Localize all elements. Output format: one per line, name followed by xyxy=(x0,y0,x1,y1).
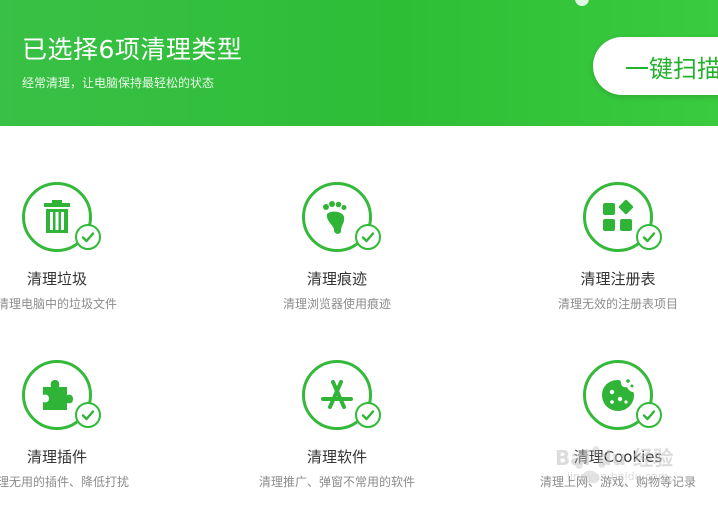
window-control-dot[interactable] xyxy=(575,0,589,6)
item-title: 清理注册表 xyxy=(580,270,656,288)
item-desc: 清理推广、弹窗不常用的软件 xyxy=(258,475,415,489)
item-desc: 清理无效的注册表项目 xyxy=(557,297,678,311)
checked-icon[interactable] xyxy=(636,402,662,428)
checked-icon[interactable] xyxy=(355,224,381,250)
item-title: 清理软件 xyxy=(306,448,367,466)
item-title: 清理插件 xyxy=(26,448,87,466)
item-title: 清理垃圾 xyxy=(26,270,87,288)
item-desc: 清理浏览器使用痕迹 xyxy=(282,297,391,311)
item-desc: 清理上网、游戏、购物等记录 xyxy=(539,475,696,489)
item-desc: 清理电脑中的垃圾文件 xyxy=(0,297,117,311)
clean-item-plugins[interactable]: 清理插件 清理无用的插件、降低打扰 xyxy=(0,360,177,500)
clean-item-trash[interactable]: 清理垃圾 清理电脑中的垃圾文件 xyxy=(0,182,177,322)
checked-icon[interactable] xyxy=(75,224,101,250)
registry-icon xyxy=(603,199,634,231)
item-title: 清理Cookies xyxy=(573,448,663,466)
cookie-icon xyxy=(602,379,634,411)
puzzle-icon xyxy=(43,380,73,410)
page-title: 已选择6项清理类型 xyxy=(22,35,243,64)
checked-icon[interactable] xyxy=(636,224,662,250)
clean-item-software[interactable]: 清理软件 清理推广、弹窗不常用的软件 xyxy=(217,360,457,500)
page-subtitle: 经常清理，让电脑保持最轻松的状态 xyxy=(22,76,215,90)
one-click-scan-button[interactable]: 一键扫描 xyxy=(593,37,718,95)
clean-item-registry[interactable]: 清理注册表 清理无效的注册表项目 xyxy=(498,182,718,322)
header-banner: 已选择6项清理类型 经常清理，让电脑保持最轻松的状态 一键扫描 xyxy=(0,0,718,126)
app-store-icon xyxy=(321,380,353,409)
clean-item-cookies[interactable]: 清理Cookies 清理上网、游戏、购物等记录 xyxy=(498,360,718,500)
trash-icon xyxy=(44,200,70,233)
checked-icon[interactable] xyxy=(75,402,101,428)
clean-item-traces[interactable]: 清理痕迹 清理浏览器使用痕迹 xyxy=(217,182,457,322)
checked-icon[interactable] xyxy=(355,402,381,428)
item-desc: 清理无用的插件、降低打扰 xyxy=(0,475,129,489)
item-title: 清理痕迹 xyxy=(306,270,367,288)
footprint-icon xyxy=(323,201,347,234)
